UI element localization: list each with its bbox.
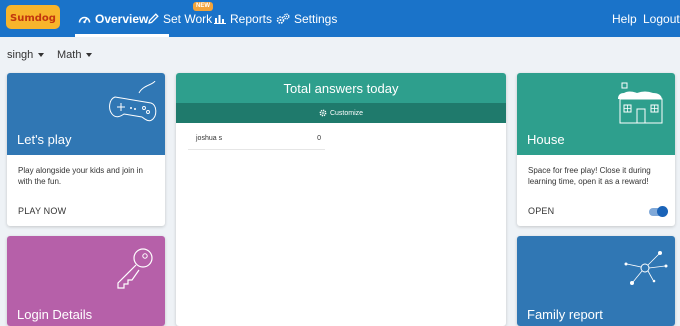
nav-overview[interactable]: Overview	[78, 0, 148, 37]
answer-row-name: joshua s	[196, 135, 223, 142]
house-toggle[interactable]	[649, 206, 668, 217]
play-now-button[interactable]: PLAY NOW	[18, 206, 66, 216]
logo-text: Sumdog	[10, 13, 56, 24]
dashboard-icon	[78, 16, 91, 23]
bar-chart-icon	[214, 15, 226, 24]
subject-select-value: Math	[57, 49, 82, 61]
nav-settings-label: Settings	[294, 11, 338, 26]
nav-overview-label: Overview	[95, 11, 149, 26]
customize-label: Customize	[329, 109, 364, 117]
sumdog-logo[interactable]: Sumdog	[6, 5, 60, 29]
top-nav: Sumdog Overview Set Work NEW Reports Set…	[0, 0, 680, 37]
family-report-card[interactable]: Family report	[517, 236, 675, 326]
help-link[interactable]: Help	[612, 0, 637, 37]
toggle-knob	[657, 206, 668, 217]
house-card[interactable]: House Space for free play! Close it duri…	[517, 73, 675, 226]
key-icon	[117, 248, 153, 289]
logout-link[interactable]: Logout	[643, 0, 680, 37]
house-icon	[618, 82, 663, 124]
login-details-header: Login Details	[7, 236, 165, 326]
family-report-title: Family report	[527, 307, 603, 322]
nav-set-work-label: Set Work	[163, 11, 213, 26]
nav-settings[interactable]: Settings	[276, 0, 337, 37]
child-select-value: singh	[7, 49, 34, 61]
customize-button[interactable]: Customize	[176, 103, 506, 123]
family-report-header: Family report	[517, 236, 675, 326]
lets-play-card[interactable]: Let's play Play alongside your kids and …	[7, 73, 165, 226]
chevron-down-icon	[38, 53, 45, 57]
total-answers-title: Total answers today	[176, 73, 506, 103]
table-row: joshua s 0	[188, 130, 325, 150]
nav-reports-label: Reports	[230, 11, 273, 26]
gamepad-icon	[109, 81, 157, 122]
new-badge: NEW	[193, 2, 213, 11]
lets-play-header: Let's play	[7, 73, 165, 155]
house-description: Space for free play! Close it during lea…	[528, 166, 651, 186]
answer-row-count: 0	[317, 135, 321, 142]
child-select[interactable]: singh	[7, 49, 45, 61]
nav-reports[interactable]: Reports	[214, 0, 272, 37]
gear-icon	[319, 109, 327, 117]
subject-select[interactable]: Math	[57, 49, 93, 61]
house-open-label: OPEN	[528, 206, 555, 216]
network-icon	[624, 251, 668, 285]
chevron-down-icon	[86, 53, 93, 57]
house-title: House	[527, 132, 565, 147]
filter-bar: singh Math	[0, 37, 680, 71]
total-answers-card: Total answers today Customize joshua s 0	[176, 73, 506, 326]
lets-play-description: Play alongside your kids and join in wit…	[18, 166, 143, 186]
login-details-title: Login Details	[17, 307, 93, 322]
lets-play-title: Let's play	[17, 132, 72, 147]
gears-icon	[276, 13, 290, 24]
pencil-icon	[148, 13, 159, 24]
login-details-card[interactable]: Login Details	[7, 236, 165, 326]
house-header: House	[517, 73, 675, 155]
